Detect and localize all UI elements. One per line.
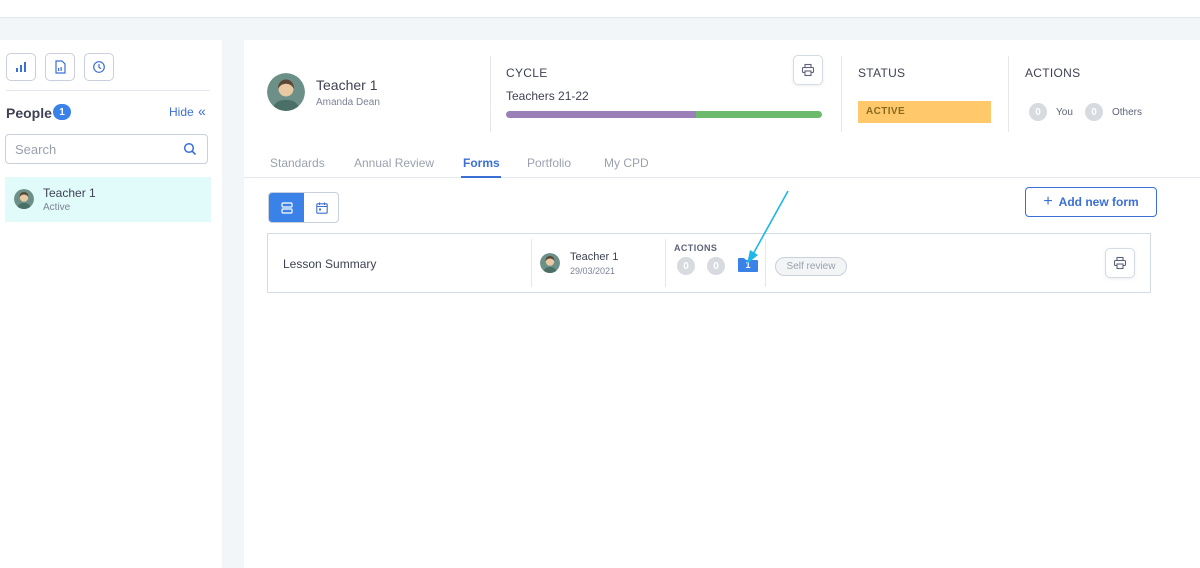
add-new-form-button[interactable]: + Add new form [1025, 187, 1157, 217]
print-icon [1113, 256, 1127, 270]
actions-you-count: 0 [1029, 103, 1047, 121]
search-icon[interactable] [183, 142, 197, 156]
actions-label: ACTIONS [1025, 66, 1081, 80]
teacher-subname: Amanda Dean [316, 97, 380, 108]
avatar [14, 189, 34, 209]
header-divider [1008, 56, 1009, 132]
tabs-divider [244, 177, 1200, 178]
form-title[interactable]: Lesson Summary [283, 257, 376, 271]
list-view-button[interactable] [269, 193, 304, 222]
cycle-progress-segment [695, 111, 822, 118]
active-tab-indicator [461, 176, 501, 178]
cycle-label: CYCLE [506, 66, 548, 80]
form-row[interactable]: Lesson Summary Teacher 1 29/03/2021 ACTI… [267, 233, 1151, 293]
report-icon[interactable] [45, 53, 75, 81]
cycle-progress-bar [506, 111, 822, 118]
status-label: STATUS [858, 66, 906, 80]
view-toggle [268, 192, 339, 223]
form-print-button[interactable] [1105, 248, 1135, 278]
row-divider [665, 239, 666, 287]
add-new-form-label: Add new form [1058, 195, 1139, 209]
print-button[interactable] [793, 55, 823, 85]
search-input[interactable] [15, 142, 175, 157]
person-name: Teacher 1 [43, 186, 96, 200]
calendar-view-button[interactable] [304, 193, 338, 222]
people-list-item[interactable]: Teacher 1 Active [5, 177, 211, 222]
tab-annual-review[interactable]: Annual Review [354, 156, 434, 170]
tab-portfolio[interactable]: Portfolio [527, 156, 571, 170]
form-actions-label: ACTIONS [674, 243, 718, 253]
header-divider [490, 56, 491, 132]
tab-forms[interactable]: Forms [463, 156, 500, 170]
form-action-count: 0 [677, 257, 695, 275]
teacher-name: Teacher 1 [316, 77, 378, 93]
people-count-badge: 1 [53, 104, 71, 120]
tab-my-cpd[interactable]: My CPD [604, 156, 649, 170]
search-box[interactable] [5, 134, 208, 164]
status-badge: ACTIVE [858, 101, 991, 123]
tab-standards[interactable]: Standards [270, 156, 325, 170]
actions-others-label: Others [1112, 107, 1143, 118]
people-title: People [6, 105, 52, 121]
form-action-count: 0 [707, 257, 725, 275]
top-bar [0, 0, 1200, 18]
chevron-double-left-icon[interactable]: « [198, 103, 206, 119]
avatar [540, 253, 560, 273]
list-view-icon [280, 201, 293, 214]
annotation-arrow-icon [747, 190, 789, 264]
hide-link[interactable]: Hide [169, 105, 194, 119]
clock-icon[interactable] [84, 53, 114, 81]
print-icon [801, 63, 815, 77]
actions-you-label: You [1056, 107, 1073, 118]
main-panel: Teacher 1 Amanda Dean CYCLE Teachers 21-… [244, 40, 1200, 568]
bar-chart-icon[interactable] [6, 53, 36, 81]
cycle-progress-segment [506, 111, 696, 118]
form-date: 29/03/2021 [570, 266, 616, 276]
people-sidebar: People 1 Hide « Teacher 1 Active [0, 40, 222, 568]
header-divider [841, 56, 842, 132]
sidebar-divider [6, 90, 210, 91]
plus-icon: + [1043, 193, 1053, 210]
form-person-name: Teacher 1 [570, 251, 619, 263]
calendar-icon [315, 202, 328, 214]
cycle-name: Teachers 21-22 [506, 89, 589, 103]
row-divider [531, 239, 532, 287]
teacher-avatar [267, 73, 305, 111]
actions-others-count: 0 [1085, 103, 1103, 121]
person-status: Active [43, 202, 71, 213]
